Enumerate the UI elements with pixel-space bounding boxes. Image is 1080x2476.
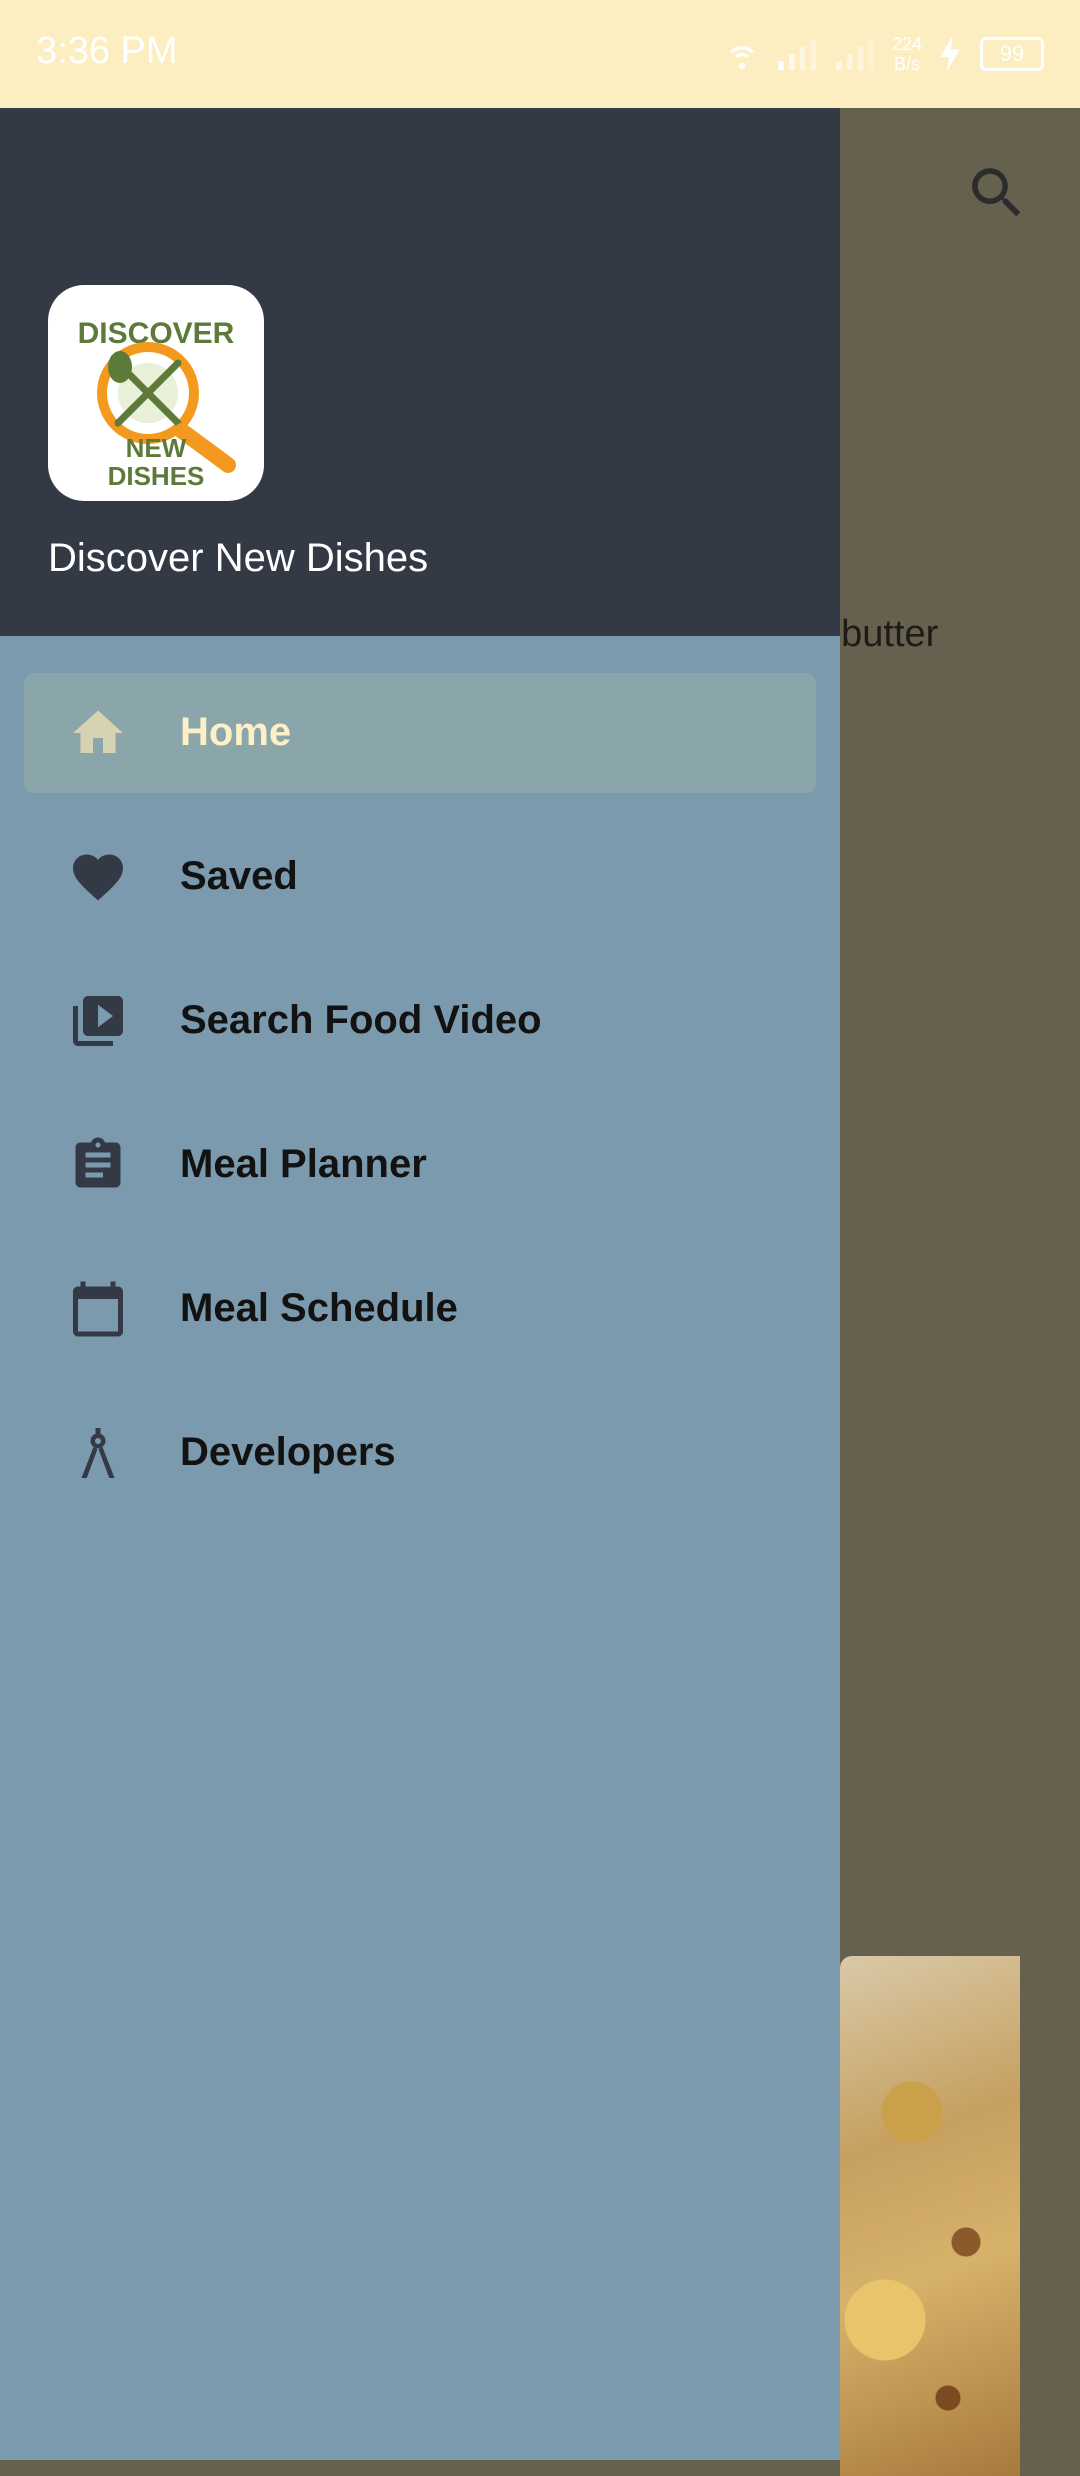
home-icon bbox=[73, 710, 123, 753]
search-icon[interactable] bbox=[964, 160, 1030, 226]
drawer-header: DISCOVER NEW DISHES Discover New Dishes bbox=[0, 108, 840, 636]
menu-label-developers: Developers bbox=[180, 1430, 396, 1474]
compass-icon bbox=[81, 1428, 115, 1478]
status-bar: 3:36 PM 224 B/s 99 bbox=[0, 0, 1080, 108]
menu-item-meal-planner[interactable]: Meal Planner bbox=[24, 1105, 816, 1225]
menu-item-meal-schedule[interactable]: Meal Schedule bbox=[24, 1249, 816, 1369]
app-logo-image: DISCOVER NEW DISHES bbox=[78, 317, 236, 491]
menu-label-home: Home bbox=[180, 710, 292, 754]
menu-item-saved[interactable]: Saved bbox=[24, 817, 816, 937]
menu-label-meal-planner: Meal Planner bbox=[180, 1142, 427, 1186]
menu-item-developers[interactable]: Developers bbox=[24, 1393, 816, 1513]
navigation-drawer: DISCOVER NEW DISHES Discover New Dishes … bbox=[0, 108, 840, 2460]
video-library-icon bbox=[73, 996, 123, 1046]
menu-label-meal-schedule: Meal Schedule bbox=[180, 1286, 458, 1330]
signal-icon-2 bbox=[836, 39, 874, 71]
menu-label-saved: Saved bbox=[180, 854, 298, 898]
status-time: 3:36 PM bbox=[36, 30, 178, 72]
drawer-app-name: Discover New Dishes bbox=[48, 536, 429, 580]
svg-text:NEW: NEW bbox=[126, 433, 187, 463]
menu-label-search-food-video: Search Food Video bbox=[180, 998, 542, 1042]
menu-item-home[interactable]: Home bbox=[24, 673, 816, 793]
app-logo: DISCOVER NEW DISHES bbox=[48, 285, 264, 501]
heart-icon bbox=[73, 854, 123, 901]
wifi-icon bbox=[729, 45, 754, 69]
svg-text:DISHES: DISHES bbox=[108, 461, 205, 491]
clipboard-icon bbox=[75, 1137, 121, 1188]
background-food-image bbox=[840, 1956, 1020, 2476]
status-icons: 224 B/s 99 bbox=[722, 28, 1044, 80]
signal-icon bbox=[778, 39, 816, 71]
menu-item-search-food-video[interactable]: Search Food Video bbox=[24, 961, 816, 1081]
battery-indicator: 99 bbox=[980, 37, 1044, 71]
network-speed: 224 B/s bbox=[891, 34, 922, 74]
calendar-icon bbox=[73, 1281, 123, 1337]
charging-icon bbox=[940, 36, 960, 72]
